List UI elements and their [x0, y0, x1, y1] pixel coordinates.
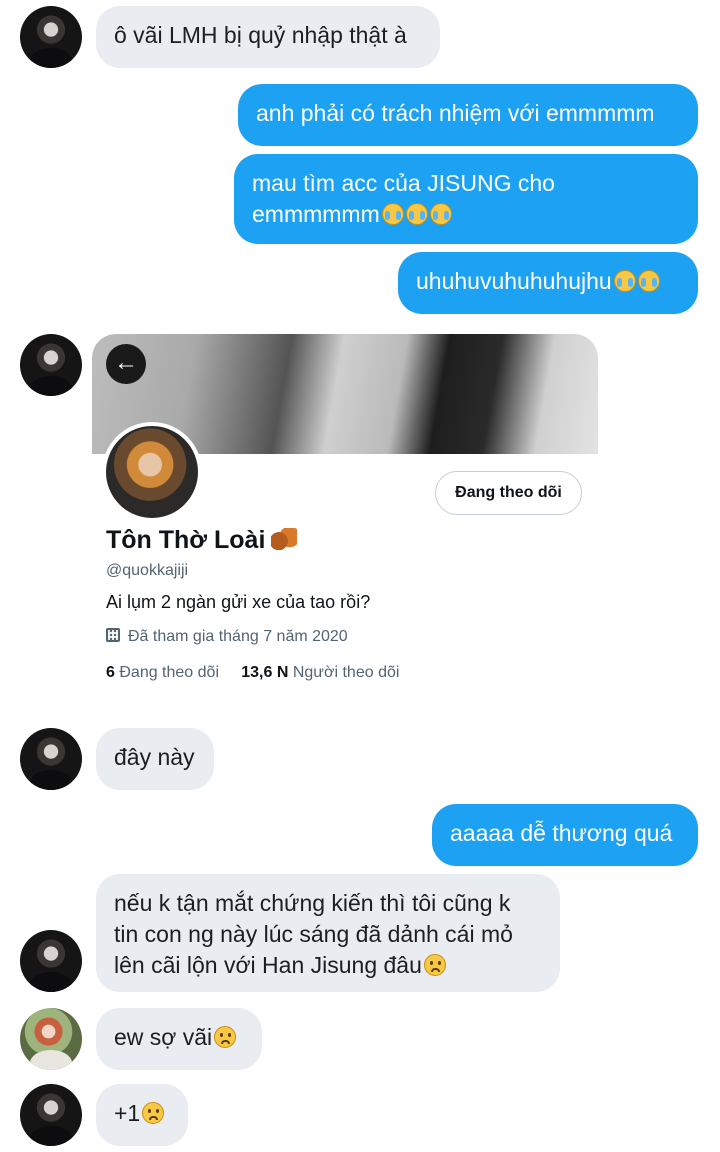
- message-bubble-incoming[interactable]: ew sợ vãi: [96, 1008, 262, 1070]
- message-text: mau tìm acc của JISUNG cho: [252, 170, 555, 196]
- profile-handle: @quokkajiji: [106, 562, 189, 579]
- profile-name-text: Tôn Thờ Loài: [106, 526, 266, 554]
- loudly-crying-emoji-icon: [405, 203, 428, 225]
- message-bubble-incoming[interactable]: ô vãi LMH bị quỷ nhập thật à: [96, 6, 440, 68]
- message-text: anh phải có trách nhiệm với emmmmm: [256, 100, 655, 126]
- avatar-figure: [30, 1050, 72, 1070]
- message-bubble-incoming[interactable]: đây này: [96, 728, 214, 790]
- following-count[interactable]: 6: [106, 664, 115, 681]
- message-text: +1: [114, 1100, 141, 1126]
- message-text: uhuhuvuhuhuhujhu: [416, 268, 612, 294]
- message-text: tin con ng này lúc sáng đã dảnh cái mỏ: [114, 921, 513, 947]
- message-text: emmmmmm: [252, 201, 380, 227]
- sender-avatar[interactable]: [20, 1084, 82, 1146]
- message-bubble-outgoing[interactable]: aaaaa dễ thương quá: [432, 804, 698, 866]
- message-text: đây này: [114, 744, 195, 770]
- loudly-crying-emoji-icon: [381, 203, 404, 225]
- following-label[interactable]: Đang theo dõi: [119, 664, 219, 681]
- message-bubble-outgoing[interactable]: mau tìm acc của JISUNG cho emmmmmm: [234, 154, 698, 244]
- loudly-crying-emoji-icon: [613, 270, 636, 292]
- sender-avatar[interactable]: [20, 728, 82, 790]
- profile-joined: Đã tham gia tháng 7 năm 2020: [106, 628, 348, 646]
- worried-emoji-icon: [423, 954, 446, 976]
- calendar-icon: [106, 628, 120, 642]
- message-text: nếu k tận mắt chứng kiến thì tôi cũng k: [114, 890, 511, 916]
- joined-text: Đã tham gia tháng 7 năm 2020: [128, 628, 348, 645]
- message-text: ew sợ vãi: [114, 1024, 213, 1050]
- profile-avatar[interactable]: [102, 422, 202, 522]
- avatar-figure: [30, 972, 72, 992]
- avatar-figure: [30, 770, 72, 790]
- message-text: aaaaa dễ thương quá: [450, 820, 673, 846]
- back-arrow-icon[interactable]: ←: [106, 344, 146, 384]
- following-button[interactable]: Đang theo dõi: [435, 471, 582, 515]
- loudly-crying-emoji-icon: [429, 203, 452, 225]
- loudly-crying-emoji-icon: [637, 270, 660, 292]
- profile-bio: Ai lụm 2 ngàn gửi xe của tao rồi?: [106, 592, 371, 612]
- avatar-figure: [30, 376, 72, 396]
- sender-avatar[interactable]: [20, 6, 82, 68]
- worried-emoji-icon: [142, 1102, 165, 1124]
- sender-avatar[interactable]: [20, 1008, 82, 1070]
- avatar-figure: [30, 48, 72, 68]
- shared-profile-card[interactable]: ← Đang theo dõi Tôn Thờ Loài @quokkajiji…: [92, 334, 598, 704]
- profile-stats: 6 Đang theo dõi 13,6 N Người theo dõi: [106, 664, 399, 682]
- profile-name: Tôn Thờ Loài: [106, 526, 298, 555]
- worried-emoji-icon: [214, 1026, 237, 1048]
- message-text: lên cãi lộn với Han Jisung đâu: [114, 952, 422, 978]
- avatar-figure: [30, 1126, 72, 1146]
- followers-label[interactable]: Người theo dõi: [293, 664, 400, 681]
- followers-count[interactable]: 13,6 N: [241, 664, 288, 681]
- sender-avatar[interactable]: [20, 930, 82, 992]
- message-text: ô vãi LMH bị quỷ nhập thật à: [114, 22, 407, 48]
- message-bubble-incoming[interactable]: nếu k tận mắt chứng kiến thì tôi cũng k …: [96, 874, 560, 992]
- message-bubble-outgoing[interactable]: uhuhuvuhuhuhujhu: [398, 252, 698, 314]
- squirrel-emoji-icon: [271, 528, 298, 550]
- sender-avatar[interactable]: [20, 334, 82, 396]
- message-bubble-incoming[interactable]: +1: [96, 1084, 188, 1146]
- message-bubble-outgoing[interactable]: anh phải có trách nhiệm với emmmmm: [238, 84, 698, 146]
